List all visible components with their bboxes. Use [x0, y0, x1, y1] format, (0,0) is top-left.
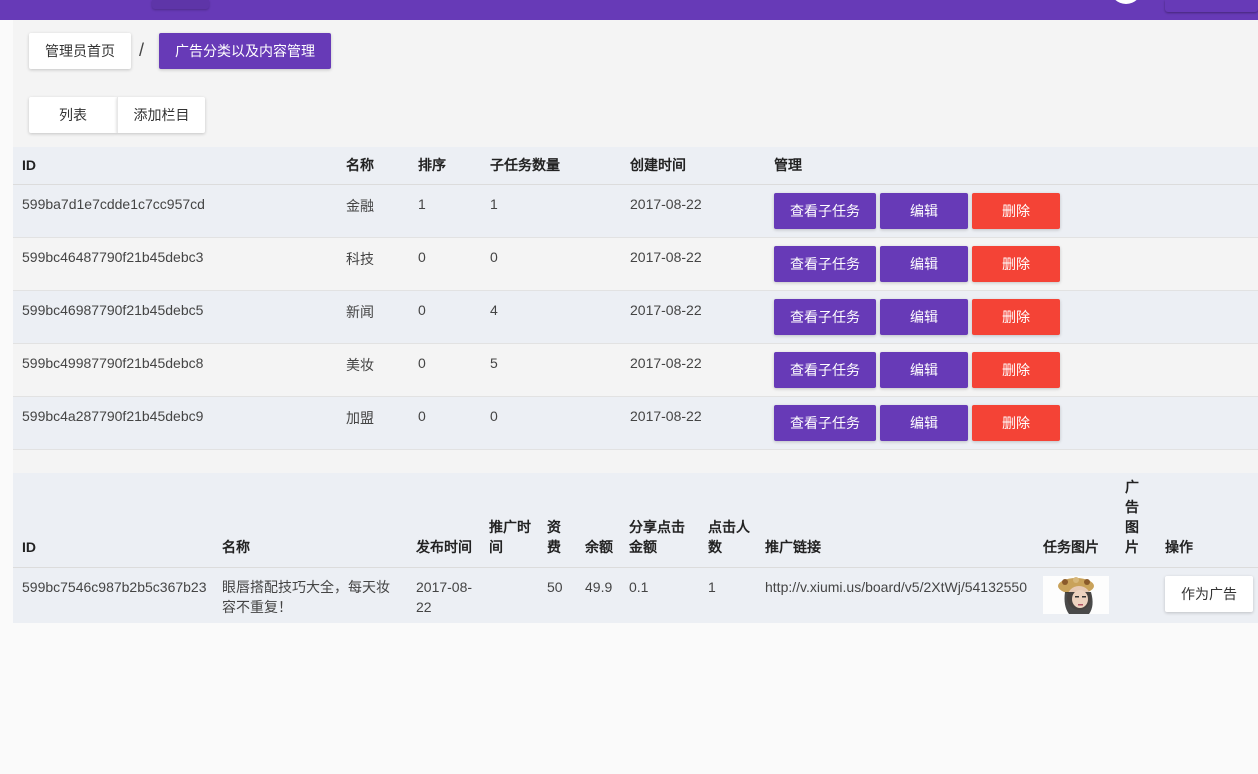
header-clicks: 点击人数 [699, 473, 756, 568]
cell-subtasks: 5 [490, 354, 498, 371]
avatar[interactable] [1110, 0, 1142, 4]
table-row: 599bc46987790f21b45debc5 新闻 0 4 2017-08-… [13, 290, 1258, 343]
edit-button[interactable]: 编辑 [880, 298, 968, 335]
cell-id: 599bc46487790f21b45debc3 [22, 248, 204, 265]
cell-id: 599bc7546c987b2b5c367b23 [22, 578, 207, 595]
header-link: 推广链接 [756, 473, 1034, 568]
cell-id: 599bc46987790f21b45debc5 [22, 301, 204, 318]
header-ops: 操作 [1156, 473, 1258, 568]
cell-actions: 查看子任务 编辑 删除 [765, 237, 1258, 290]
view-subtasks-button[interactable]: 查看子任务 [774, 404, 876, 441]
cell-subtasks: 1 [490, 195, 498, 212]
cell-promo-time [480, 567, 538, 623]
cell-name: 美妆 [346, 356, 374, 373]
cell-actions: 查看子任务 编辑 删除 [765, 184, 1258, 237]
cell-sort: 0 [418, 407, 426, 424]
header-promo-time: 推广时间 [480, 473, 538, 568]
cell-id: 599bc4a287790f21b45debc9 [22, 407, 204, 424]
header-fee: 资费 [538, 473, 576, 568]
header-publish-time: 发布时间 [407, 473, 480, 568]
header-name: 名称 [213, 473, 407, 568]
view-subtasks-button[interactable]: 查看子任务 [774, 298, 876, 335]
cell-created: 2017-08-22 [630, 301, 702, 318]
table-header-row: ID 名称 发布时间 推广时间 资费 余额 分享点击金额 点击人数 推广链接 任… [13, 473, 1258, 568]
tab-list[interactable]: 列表 [29, 97, 117, 133]
topbar-user-button[interactable] [1165, 0, 1258, 12]
cell-name: 科技 [346, 250, 374, 267]
cell-created: 2017-08-22 [630, 195, 702, 212]
top-app-bar [0, 0, 1258, 20]
breadcrumb-home[interactable]: 管理员首页 [29, 33, 131, 69]
header-created: 创建时间 [621, 147, 765, 185]
table-row: 599bc7546c987b2b5c367b23 眼唇搭配技巧大全，每天妆容不重… [13, 567, 1258, 623]
cell-balance: 49.9 [585, 578, 613, 595]
cell-created: 2017-08-22 [630, 248, 702, 265]
header-task-image: 任务图片 [1034, 473, 1116, 568]
table-row: 599bc4a287790f21b45debc9 加盟 0 0 2017-08-… [13, 396, 1258, 449]
delete-button[interactable]: 删除 [972, 404, 1060, 441]
cell-sort: 1 [418, 195, 426, 212]
delete-button[interactable]: 删除 [972, 298, 1060, 335]
edit-button[interactable]: 编辑 [880, 245, 968, 282]
header-balance: 余额 [576, 473, 620, 568]
category-table: ID 名称 排序 子任务数量 创建时间 管理 599ba7d1e7cdde1c7… [13, 147, 1258, 450]
table-row: 599bc46487790f21b45debc3 科技 0 0 2017-08-… [13, 237, 1258, 290]
cell-sort: 0 [418, 301, 426, 318]
cell-name: 加盟 [346, 409, 374, 426]
header-id: ID [13, 473, 213, 568]
header-ad-image: 广告图片 [1116, 473, 1156, 568]
table-row: 599bc49987790f21b45debc8 美妆 0 5 2017-08-… [13, 343, 1258, 396]
cell-subtasks: 0 [490, 248, 498, 265]
cell-publish-time: 2017-08-22 [416, 578, 473, 615]
cell-actions: 查看子任务 编辑 删除 [765, 396, 1258, 449]
cell-created: 2017-08-22 [630, 407, 702, 424]
cell-actions: 查看子任务 编辑 删除 [765, 290, 1258, 343]
cell-subtasks: 4 [490, 301, 498, 318]
header-id: ID [13, 147, 337, 185]
cell-ad-image [1116, 567, 1156, 623]
cell-share-amount: 0.1 [629, 578, 649, 595]
header-sort: 排序 [409, 147, 481, 185]
cell-sort: 0 [418, 354, 426, 371]
edit-button[interactable]: 编辑 [880, 404, 968, 441]
cell-link: http://v.xiumi.us/board/v5/2XtWj/5413255… [765, 578, 1027, 595]
table-header-row: ID 名称 排序 子任务数量 创建时间 管理 [13, 147, 1258, 185]
cell-id: 599bc49987790f21b45debc8 [22, 354, 204, 371]
header-name: 名称 [337, 147, 409, 185]
cell-subtasks: 0 [490, 407, 498, 424]
table-row: 599ba7d1e7cdde1c7cc957cd 金融 1 1 2017-08-… [13, 184, 1258, 237]
cell-sort: 0 [418, 248, 426, 265]
view-subtasks-button[interactable]: 查看子任务 [774, 245, 876, 282]
edit-button[interactable]: 编辑 [880, 192, 968, 229]
cell-actions: 查看子任务 编辑 删除 [765, 343, 1258, 396]
cell-id: 599ba7d1e7cdde1c7cc957cd [22, 195, 205, 212]
breadcrumb-current[interactable]: 广告分类以及内容管理 [159, 33, 331, 69]
set-as-ad-button[interactable]: 作为广告 [1165, 575, 1253, 612]
header-subtask-count: 子任务数量 [481, 147, 621, 185]
cell-name: 金融 [346, 197, 374, 214]
task-table: ID 名称 发布时间 推广时间 资费 余额 分享点击金额 点击人数 推广链接 任… [13, 473, 1258, 623]
delete-button[interactable]: 删除 [972, 192, 1060, 229]
tab-add-column[interactable]: 添加栏目 [117, 97, 205, 133]
cell-name: 眼唇搭配技巧大全，每天妆容不重复！ [222, 578, 390, 615]
delete-button[interactable]: 删除 [972, 351, 1060, 388]
task-thumbnail-image [1043, 575, 1109, 614]
cell-name: 新闻 [346, 303, 374, 320]
header-manage: 管理 [765, 147, 1258, 185]
header-share-amount: 分享点击金额 [620, 473, 699, 568]
cell-ops: 作为广告 [1156, 567, 1258, 623]
cell-task-image [1034, 567, 1116, 623]
view-subtasks-button[interactable]: 查看子任务 [774, 351, 876, 388]
breadcrumb-separator: / [139, 40, 145, 60]
cell-created: 2017-08-22 [630, 354, 702, 371]
edit-button[interactable]: 编辑 [880, 351, 968, 388]
delete-button[interactable]: 删除 [972, 245, 1060, 282]
cell-fee: 50 [547, 578, 563, 595]
cell-clicks: 1 [708, 578, 716, 595]
view-subtasks-button[interactable]: 查看子任务 [774, 192, 876, 229]
topbar-menu-button[interactable] [152, 0, 209, 9]
